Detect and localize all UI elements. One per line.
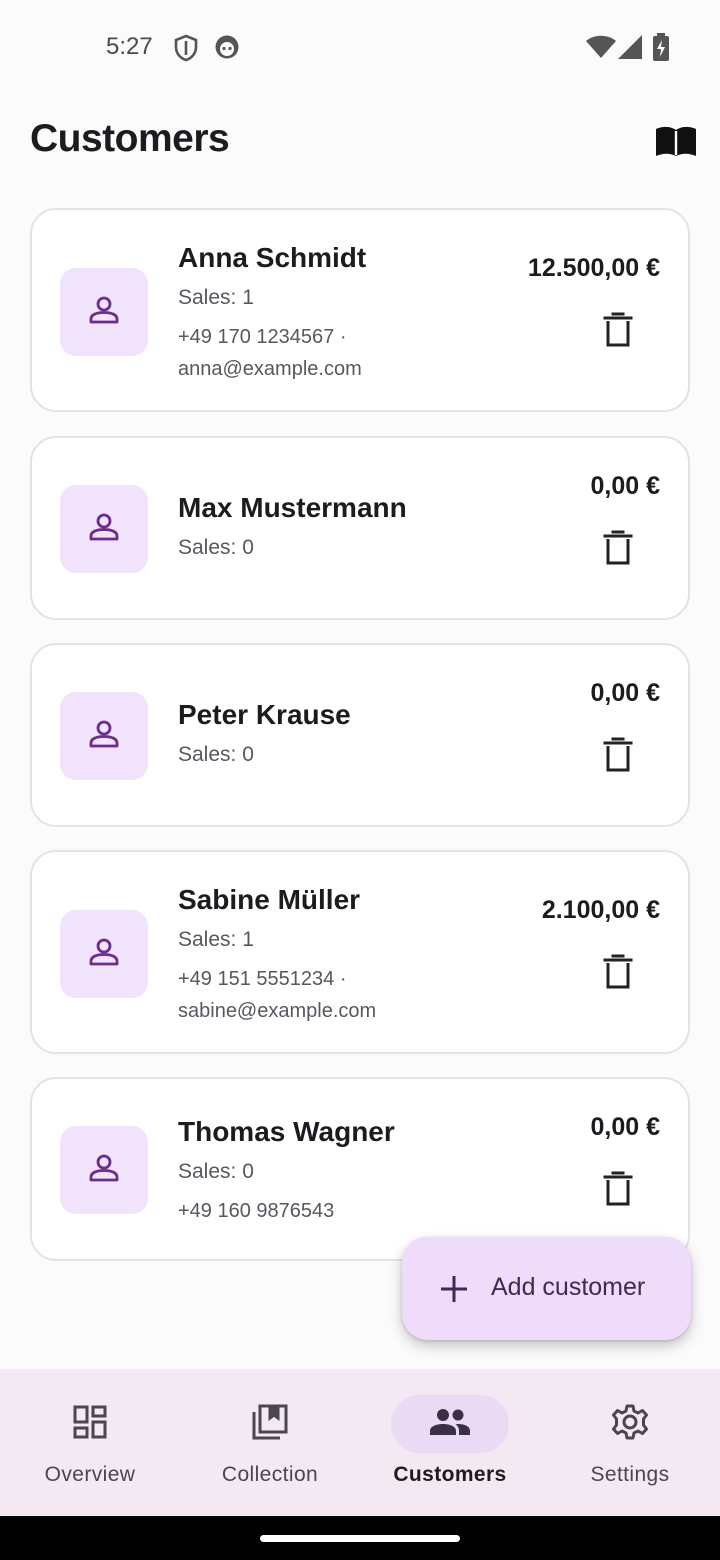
nav-pill	[31, 1395, 149, 1453]
customer-card[interactable]: Peter Krause Sales: 0 0,00 €	[30, 643, 690, 827]
battery-charging-icon	[652, 33, 670, 66]
delete-button[interactable]	[592, 306, 644, 358]
customer-contact-line: +49 151 5551234 ·	[178, 968, 347, 990]
customer-amount: 0,00 €	[590, 679, 660, 707]
customer-card[interactable]: Thomas Wagner Sales: 0 +49 160 9876543 0…	[30, 1077, 690, 1261]
customer-name: Peter Krause	[178, 699, 351, 730]
nav-pill	[571, 1395, 689, 1453]
nav-item-customers[interactable]: Customers	[360, 1369, 540, 1516]
customer-card[interactable]: Max Mustermann Sales: 0 0,00 €	[30, 436, 690, 620]
nav-pill-active	[391, 1395, 509, 1453]
customer-contact: +49 170 1234567 · anna@example.com	[178, 321, 498, 385]
customer-info: Max Mustermann Sales: 0	[178, 491, 498, 561]
person-icon	[87, 293, 121, 332]
collections-bookmark-icon	[251, 1403, 289, 1446]
customer-card[interactable]: Anna Schmidt Sales: 1 +49 170 1234567 · …	[30, 208, 690, 412]
customer-card[interactable]: Sabine Müller Sales: 1 +49 151 5551234 ·…	[30, 850, 690, 1054]
customer-amount: 2.100,00 €	[541, 896, 660, 924]
shield-icon	[174, 34, 198, 67]
delete-button[interactable]	[592, 948, 644, 1000]
customer-name: Sabine Müller	[178, 884, 361, 915]
customer-sales: Sales: 0	[178, 743, 254, 766]
dashboard-icon	[72, 1404, 108, 1445]
delete-button[interactable]	[592, 1165, 644, 1217]
book-button[interactable]	[650, 122, 702, 166]
nav-item-overview[interactable]: Overview	[0, 1369, 180, 1516]
customer-contact-line: sabine@example.com	[178, 1000, 377, 1022]
customer-amount: 0,00 €	[590, 472, 660, 500]
status-time: 5:27	[106, 33, 153, 60]
wifi-icon	[586, 35, 616, 64]
nav-label: Collection	[221, 1463, 319, 1486]
customer-name: Anna Schmidt	[178, 242, 367, 273]
person-icon	[87, 1151, 121, 1190]
bottom-navigation: Overview Collection Customers Settings	[0, 1369, 720, 1516]
gear-icon	[611, 1403, 649, 1446]
customers-screen: 5:27 Customers Anna Schmidt Sales: 1 +49…	[0, 0, 720, 1560]
customer-sales: Sales: 0	[178, 1160, 254, 1183]
customer-sales: Sales: 1	[178, 928, 254, 951]
delete-button[interactable]	[592, 731, 644, 783]
trash-icon	[603, 954, 633, 995]
avatar	[60, 692, 148, 780]
customer-contact-line: anna@example.com	[178, 358, 362, 380]
customer-amount: 12.500,00 €	[527, 254, 660, 282]
person-icon	[87, 510, 121, 549]
avatar	[60, 485, 148, 573]
add-customer-button[interactable]: Add customer	[402, 1237, 691, 1340]
customer-info: Anna Schmidt Sales: 1 +49 170 1234567 · …	[178, 241, 498, 385]
trash-icon	[603, 312, 633, 353]
customer-sales: Sales: 1	[178, 286, 254, 309]
person-icon	[87, 935, 121, 974]
customer-info: Peter Krause Sales: 0	[178, 698, 498, 768]
home-handle[interactable]	[260, 1535, 460, 1542]
signal-icon	[618, 35, 642, 64]
trash-icon	[603, 737, 633, 778]
delete-button[interactable]	[592, 524, 644, 576]
person-icon	[87, 717, 121, 756]
face-icon	[214, 34, 240, 65]
nav-label: Overview	[44, 1463, 136, 1486]
nav-item-settings[interactable]: Settings	[540, 1369, 720, 1516]
book-icon	[654, 125, 698, 164]
avatar	[60, 1126, 148, 1214]
nav-label: Customers	[393, 1463, 507, 1486]
customer-info: Thomas Wagner Sales: 0 +49 160 9876543	[178, 1115, 498, 1227]
nav-item-collection[interactable]: Collection	[180, 1369, 360, 1516]
customer-name: Thomas Wagner	[178, 1116, 395, 1147]
customer-info: Sabine Müller Sales: 1 +49 151 5551234 ·…	[178, 883, 498, 1027]
customer-name: Max Mustermann	[178, 492, 407, 523]
nav-pill	[211, 1395, 329, 1453]
nav-label: Settings	[590, 1463, 670, 1486]
customer-contact: +49 160 9876543	[178, 1195, 498, 1227]
page-title: Customers	[30, 117, 230, 160]
people-icon	[429, 1408, 471, 1441]
avatar	[60, 268, 148, 356]
trash-icon	[603, 530, 633, 571]
customer-sales: Sales: 0	[178, 536, 254, 559]
customer-amount: 0,00 €	[590, 1113, 660, 1141]
customer-contact-line: +49 170 1234567 ·	[178, 326, 347, 348]
gesture-bar	[0, 1516, 720, 1560]
plus-icon	[438, 1273, 470, 1305]
customer-contact-line: +49 160 9876543	[178, 1200, 335, 1222]
avatar	[60, 910, 148, 998]
trash-icon	[603, 1171, 633, 1212]
status-bar: 5:27	[0, 0, 720, 96]
customer-contact: +49 151 5551234 · sabine@example.com	[178, 963, 498, 1027]
add-customer-label: Add customer	[491, 1273, 646, 1301]
